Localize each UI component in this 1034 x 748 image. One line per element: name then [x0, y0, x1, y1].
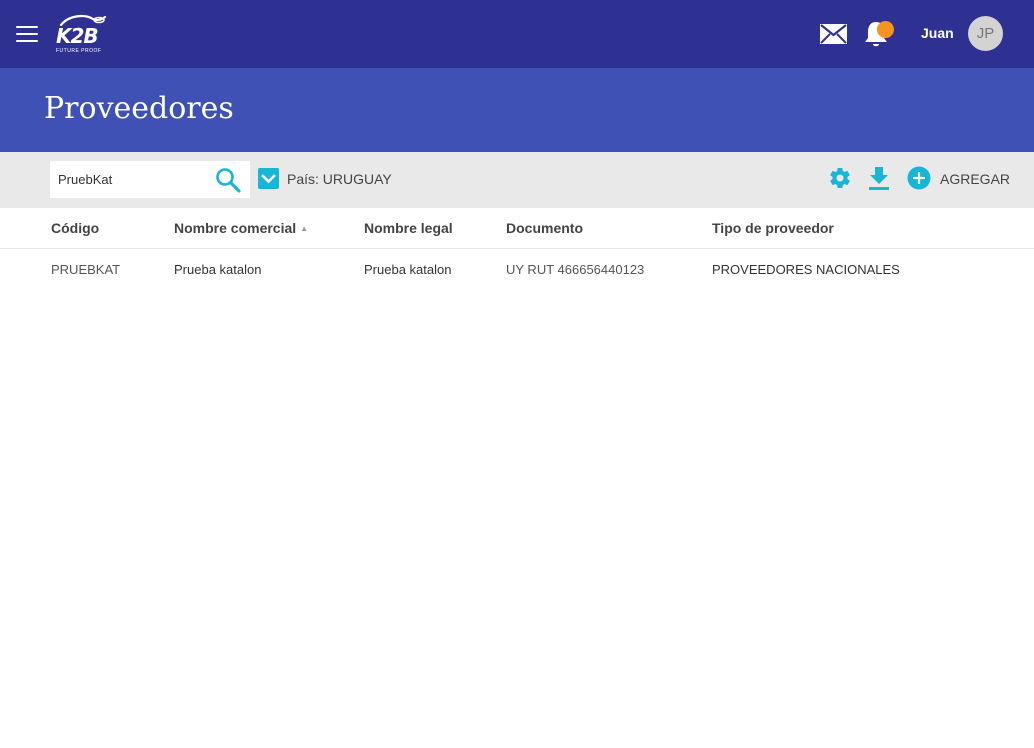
cell-codigo: PRUEBKAT — [51, 262, 121, 277]
country-filter-checkbox[interactable] — [258, 168, 279, 189]
column-header-nombre-legal[interactable]: Nombre legal — [364, 220, 453, 236]
add-button-label[interactable]: AGREGAR — [940, 171, 1010, 187]
logo[interactable]: K2B FUTURE PROOF — [55, 14, 107, 56]
notification-dot — [877, 21, 894, 38]
page-title: Proveedores — [44, 91, 234, 126]
mail-icon[interactable] — [820, 24, 847, 44]
logo-text: K2B — [56, 24, 99, 48]
cell-nombre-comercial: Prueba katalon — [174, 262, 262, 277]
column-header-nombre-comercial[interactable]: Nombre comercial ▲ — [174, 220, 308, 236]
sort-ascending-icon: ▲ — [300, 224, 309, 233]
column-header-tipo-proveedor[interactable]: Tipo de proveedor — [712, 220, 834, 236]
cell-tipo-proveedor: PROVEEDORES NACIONALES — [712, 262, 900, 277]
column-header-documento[interactable]: Documento — [506, 220, 583, 236]
table-row[interactable]: PRUEBKAT Prueba katalon Prueba katalon U… — [0, 249, 1034, 289]
country-filter-label: País: URUGUAY — [287, 171, 392, 187]
avatar[interactable]: JP — [968, 16, 1003, 51]
gear-icon[interactable] — [828, 166, 852, 190]
table-header: Código Nombre comercial ▲ Nombre legal Do… — [0, 208, 1034, 249]
menu-icon-line — [16, 26, 38, 28]
search-input[interactable] — [50, 161, 210, 198]
menu-icon-line — [16, 40, 38, 42]
cell-nombre-legal: Prueba katalon — [364, 262, 452, 277]
menu-icon-line — [16, 33, 38, 35]
column-header-codigo[interactable]: Código — [51, 220, 99, 236]
cell-documento: UY RUT 466656440123 — [506, 262, 645, 277]
user-name[interactable]: Juan — [921, 25, 954, 41]
logo-tagline: FUTURE PROOF — [56, 48, 102, 54]
add-circle-icon[interactable] — [907, 166, 931, 190]
column-header-label: Nombre comercial — [174, 220, 297, 236]
check-icon — [261, 174, 276, 184]
download-icon[interactable] — [868, 166, 890, 190]
search-icon[interactable] — [214, 167, 242, 193]
menu-icon[interactable] — [16, 25, 38, 43]
